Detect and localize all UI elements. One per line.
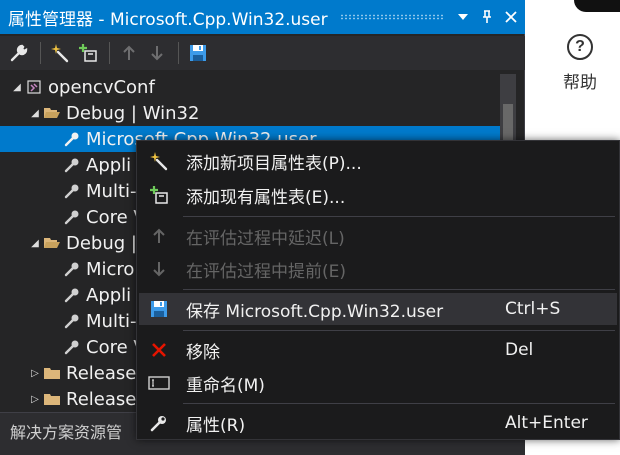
- tree-row-label: Debug |: [66, 232, 137, 254]
- chevron-down-icon[interactable]: [453, 7, 473, 27]
- menu-item-remove[interactable]: 移除 Del: [139, 334, 617, 366]
- collapsed-arrow-icon[interactable]: ▷: [28, 368, 42, 379]
- wrench-icon: [62, 285, 82, 305]
- collapsed-arrow-icon[interactable]: ▷: [28, 394, 42, 405]
- menu-item-label: 重命名(M): [186, 375, 265, 396]
- add-existing-icon: [139, 179, 179, 211]
- menu-separator: [183, 289, 615, 290]
- menu-item-move-down[interactable]: 在评估过程中提前(E): [139, 253, 617, 285]
- arrow-up-icon: [139, 220, 179, 252]
- tree-row-label: Multi-: [86, 310, 137, 332]
- wrench-icon[interactable]: [6, 40, 32, 66]
- context-menu: 添加新项目属性表(P)... 添加现有属性表(E)... 在评估过程中延迟(L)…: [136, 140, 620, 440]
- save-icon: [139, 293, 179, 325]
- remove-icon: [139, 334, 179, 366]
- open-folder-icon: [42, 103, 62, 123]
- menu-item-shortcut: Del: [505, 340, 534, 360]
- help-label: 帮助: [563, 73, 597, 93]
- arrow-down-icon[interactable]: [144, 40, 170, 66]
- expanded-arrow-icon[interactable]: ◢: [28, 108, 42, 119]
- tree-row-label: Multi-: [86, 180, 137, 202]
- add-existing-icon[interactable]: [75, 40, 101, 66]
- save-icon[interactable]: [185, 40, 211, 66]
- open-folder-icon: [42, 233, 62, 253]
- tree-row-label: Debug | Win32: [66, 102, 200, 124]
- close-icon[interactable]: [501, 7, 521, 27]
- tree-row-label: Micro: [86, 258, 135, 280]
- menu-separator: [183, 216, 615, 217]
- tree-row-project[interactable]: ◢ opencvConf: [0, 74, 500, 100]
- wrench-icon: [62, 207, 82, 227]
- menu-item-label: 在评估过程中延迟(L): [186, 228, 345, 249]
- new-sheet-icon[interactable]: [47, 40, 73, 66]
- wrench-icon: [62, 129, 82, 149]
- menu-separator: [183, 330, 615, 331]
- arrow-up-icon[interactable]: [116, 40, 142, 66]
- menu-item-shortcut: Alt+Enter: [505, 413, 588, 433]
- wrench-icon: [139, 407, 179, 439]
- titlebar-grip[interactable]: [339, 14, 445, 20]
- pin-icon[interactable]: [477, 7, 497, 27]
- menu-item-label: 在评估过程中提前(E): [186, 261, 347, 282]
- tree-row-folder[interactable]: ◢ Debug | Win32: [0, 100, 500, 126]
- tree-row-label: Appli: [86, 154, 132, 176]
- expanded-arrow-icon[interactable]: ◢: [10, 82, 24, 93]
- wrench-icon: [62, 155, 82, 175]
- tree-row-label: opencvConf: [48, 76, 155, 98]
- toolbar-separator: [109, 42, 110, 64]
- toolbar-separator: [178, 42, 179, 64]
- tree-row-label: Appli: [86, 284, 132, 306]
- menu-item-label: 添加新项目属性表(P)...: [186, 153, 362, 174]
- rename-icon: [139, 367, 179, 399]
- menu-item-shortcut: Ctrl+S: [505, 299, 561, 319]
- project-icon: [24, 77, 44, 97]
- wrench-icon: [62, 259, 82, 279]
- arrow-down-icon: [139, 253, 179, 285]
- tree-row-label: Release: [66, 362, 137, 384]
- tab-solution-explorer[interactable]: 解决方案资源管: [10, 419, 122, 443]
- menu-item-save[interactable]: 保存 Microsoft.Cpp.Win32.user Ctrl+S: [139, 293, 617, 325]
- folder-icon: [42, 363, 62, 383]
- menu-item-add-existing-sheet[interactable]: 添加现有属性表(E)...: [139, 179, 617, 211]
- help-icon: ?: [567, 34, 593, 60]
- help-button[interactable]: ? 帮助: [555, 30, 605, 95]
- menu-item-label: 移除: [186, 342, 220, 363]
- toolbar-separator: [40, 42, 41, 64]
- new-sheet-icon: [139, 145, 179, 177]
- wrench-icon: [62, 337, 82, 357]
- expanded-arrow-icon[interactable]: ◢: [28, 238, 42, 249]
- panel-toolbar: [0, 36, 525, 70]
- panel-titlebar[interactable]: 属性管理器 - Microsoft.Cpp.Win32.user: [0, 0, 525, 34]
- menu-item-label: 添加现有属性表(E)...: [186, 187, 346, 208]
- menu-item-properties[interactable]: 属性(R) Alt+Enter: [139, 407, 617, 439]
- window-corner: [574, 0, 620, 12]
- menu-item-move-up[interactable]: 在评估过程中延迟(L): [139, 220, 617, 252]
- menu-item-rename[interactable]: 重命名(M): [139, 367, 617, 399]
- menu-separator: [183, 403, 615, 404]
- menu-item-add-new-sheet[interactable]: 添加新项目属性表(P)...: [139, 145, 617, 177]
- folder-icon: [42, 389, 62, 409]
- wrench-icon: [62, 181, 82, 201]
- tree-row-label: Release: [66, 388, 137, 410]
- wrench-icon: [62, 311, 82, 331]
- panel-title: 属性管理器 - Microsoft.Cpp.Win32.user: [8, 9, 328, 30]
